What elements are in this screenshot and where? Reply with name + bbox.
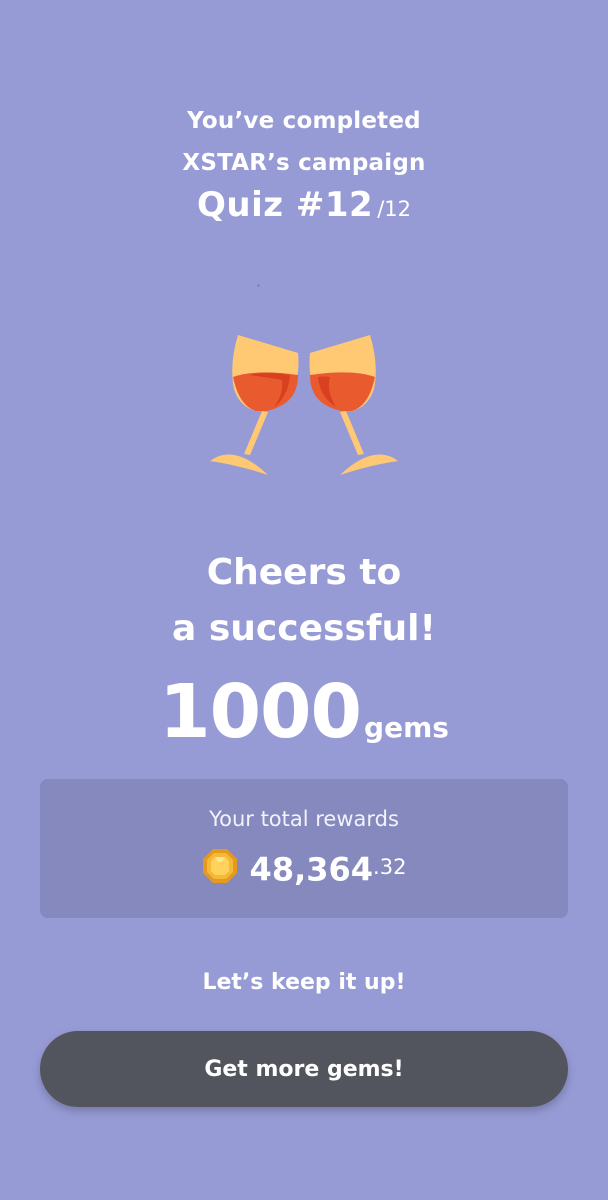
quiz-progress: Quiz #12/12 (0, 182, 608, 234)
completion-line: You’ve completed (187, 108, 421, 134)
gems-amount: 1000 (159, 669, 362, 755)
total-rewards-label: Your total rewards (209, 807, 399, 831)
decorative-dot (257, 284, 260, 287)
left-wine-glass-icon (210, 335, 299, 475)
right-wine-glass-icon (309, 335, 398, 475)
completion-header: You’ve completed XSTAR’s campaign Quiz #… (0, 100, 608, 234)
quiz-complete-screen: You’ve completed XSTAR’s campaign Quiz #… (0, 0, 608, 1200)
campaign-name: XSTAR’s campaign (182, 150, 426, 176)
quiz-total: /12 (377, 197, 411, 221)
wine-glasses-cheers-icon (210, 335, 398, 475)
total-rewards-decimal: .32 (373, 855, 407, 879)
total-rewards-card: Your total rewards 48,364.32 (40, 779, 568, 918)
quiz-number: Quiz #12 (197, 185, 374, 225)
total-rewards-amount: 48,364 (249, 850, 374, 889)
encouragement-text: Let’s keep it up! (202, 970, 406, 995)
gem-icon (202, 848, 237, 883)
earned-gems: 1000 gems (0, 668, 608, 776)
total-rewards-value: 48,364.32 (40, 845, 568, 892)
get-more-gems-button[interactable]: Get more gems! (40, 1031, 568, 1107)
cheers-line-1: Cheers to (206, 552, 402, 593)
cheers-message: Cheers to a successful! (0, 545, 608, 657)
cheers-line-2: a successful! (172, 608, 436, 649)
gems-unit: gems (364, 711, 449, 744)
